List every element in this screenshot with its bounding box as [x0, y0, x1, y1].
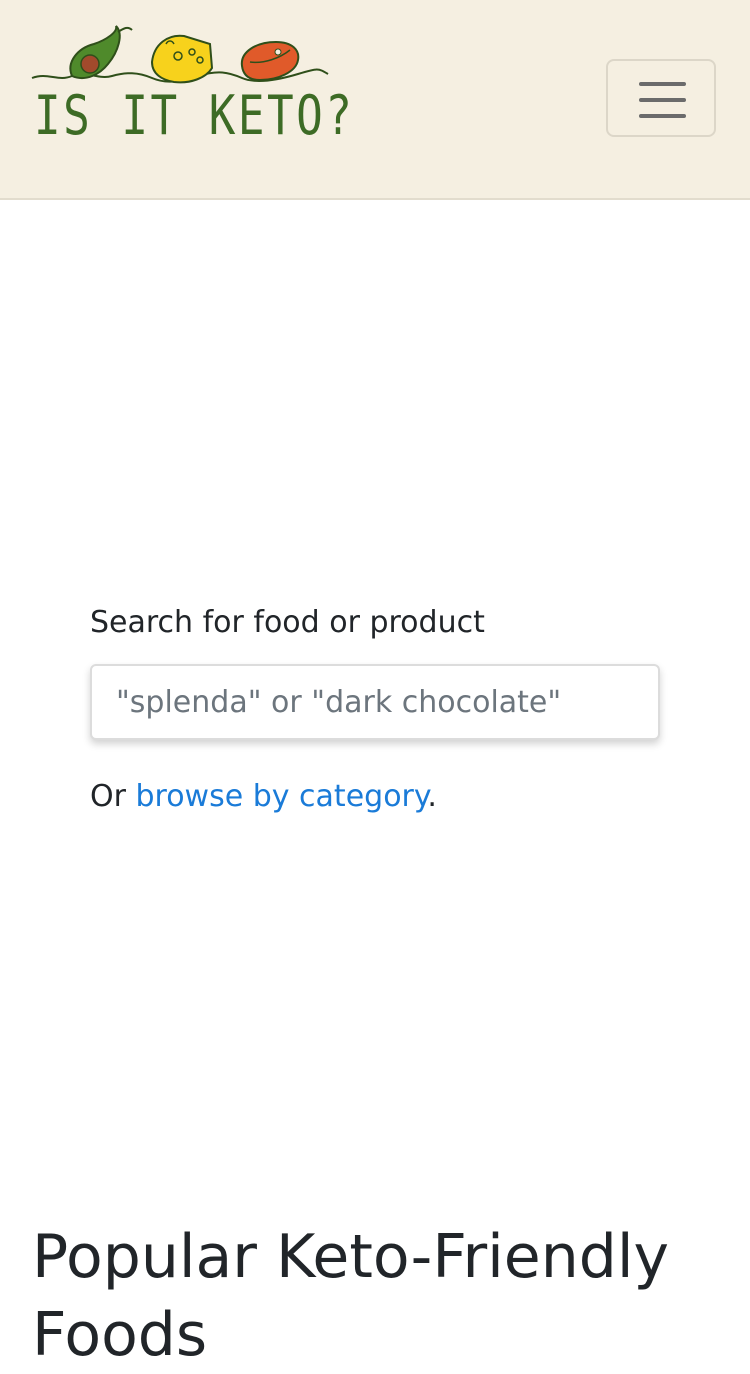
site-logo[interactable]: IS IT KETO?	[28, 22, 352, 152]
hamburger-icon-bar	[639, 98, 686, 102]
avocado-icon	[69, 25, 133, 80]
site-header: IS IT KETO?	[0, 0, 750, 200]
hamburger-icon	[639, 82, 686, 86]
browse-suffix: .	[427, 779, 437, 814]
logo-text: IS IT KETO?	[34, 84, 355, 147]
hamburger-icon-bar	[639, 114, 686, 118]
popular-foods-heading: Popular Keto-Friendly Foods	[32, 1222, 670, 1370]
browse-line: Or browse by category.	[90, 774, 437, 820]
menu-toggle-button[interactable]	[606, 59, 716, 137]
steak-icon	[240, 40, 300, 82]
browse-prefix: Or	[90, 779, 136, 814]
search-label: Search for food or product	[90, 605, 485, 640]
search-section: Search for food or product Or browse by …	[90, 600, 660, 814]
browse-by-category-link[interactable]: browse by category	[135, 779, 427, 814]
cheese-icon	[150, 34, 214, 84]
search-input[interactable]	[90, 664, 660, 740]
